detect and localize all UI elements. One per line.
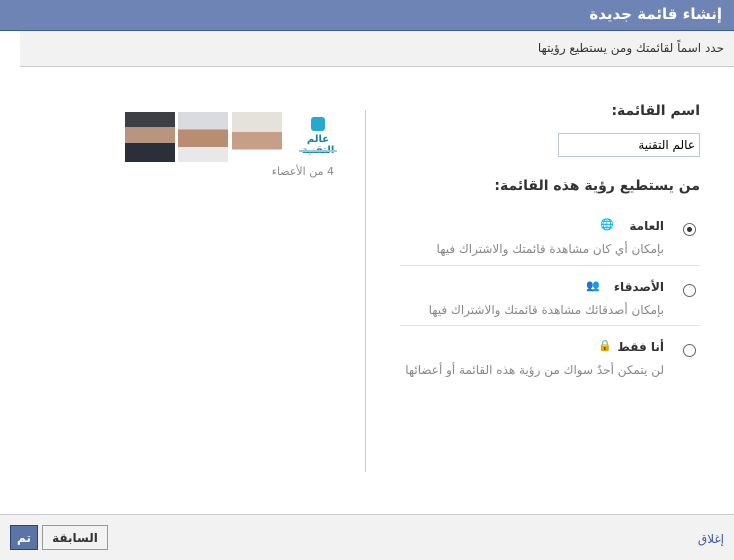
visibility-label: من يستطيع رؤية هذه القائمة: — [494, 178, 700, 194]
visibility-option-public[interactable]: العامة 🌐 بإمكان أي كان مشاهدة قائمتك وال… — [400, 205, 700, 265]
done-button[interactable]: تم — [10, 525, 38, 550]
dialog-title-bar: إنشاء قائمة جديدة — [0, 0, 734, 31]
member-thumb-logo[interactable]: عالم التقنية — [293, 112, 343, 162]
logo-tagline-line — [299, 150, 337, 152]
globe-icon: 🌐 — [600, 218, 614, 231]
member-avatar[interactable] — [178, 112, 228, 162]
list-name-input[interactable] — [558, 133, 700, 157]
tech-world-logo-icon — [311, 117, 325, 131]
logo-text: عالم التقنية — [302, 134, 335, 156]
dialog-subheader: حدد اسماً لقائمتك ومن يستطيع رؤيتها — [20, 31, 734, 67]
only-me-radio[interactable] — [683, 344, 696, 357]
close-link[interactable]: إغلاق — [698, 532, 724, 546]
dialog-title: إنشاء قائمة جديدة — [589, 5, 722, 23]
panel-divider — [365, 110, 366, 472]
friends-icon: 👥 — [586, 279, 600, 292]
visibility-option-only-me[interactable]: أنا فقط 🔒 لن يتمكن أحدٌ سواك من رؤية هذه… — [400, 325, 700, 406]
friends-option-label: الأصدقاء — [613, 280, 664, 294]
lock-icon: 🔒 — [598, 339, 612, 352]
friends-option-description: بإمكان أصدقائك مشاهدة قائمتك والاشتراك ف… — [428, 303, 664, 317]
public-option-description: بإمكان أي كان مشاهدة قائمتك والاشتراك في… — [436, 242, 664, 256]
friends-radio[interactable] — [683, 284, 696, 297]
member-avatar[interactable] — [232, 112, 282, 162]
back-button[interactable]: السابقة — [42, 525, 108, 550]
member-avatar[interactable] — [125, 112, 175, 162]
visibility-option-friends[interactable]: الأصدقاء 👥 بإمكان أصدقائك مشاهدة قائمتك … — [400, 265, 700, 326]
subheader-text: حدد اسماً لقائمتك ومن يستطيع رؤيتها — [537, 41, 724, 55]
public-option-label: العامة — [629, 219, 664, 233]
only-me-option-label: أنا فقط — [617, 340, 664, 354]
public-radio[interactable] — [683, 223, 696, 236]
only-me-option-description: لن يتمكن أحدٌ سواك من رؤية هذه القائمة أ… — [405, 363, 664, 377]
list-name-label: اسم القائمة: — [611, 103, 700, 119]
members-count: 4 من الأعضاء — [271, 165, 334, 178]
dialog-footer: تم السابقة إغلاق — [0, 514, 734, 560]
